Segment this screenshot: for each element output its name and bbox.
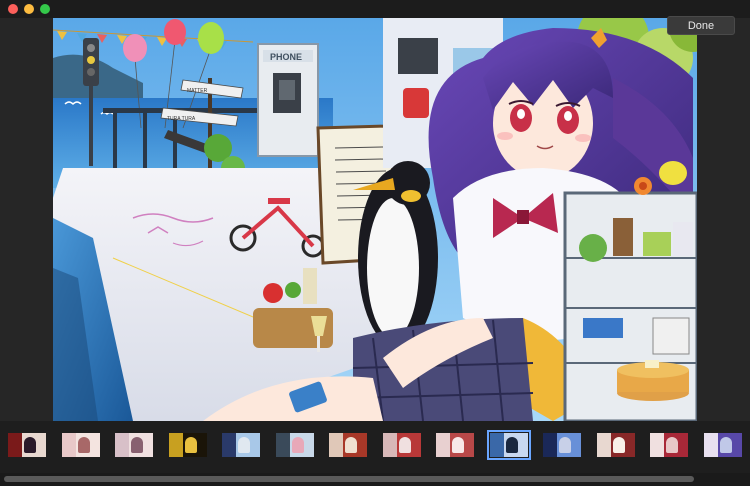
main-image-view: PHONE MATTER TURA TURA (53, 18, 697, 421)
svg-text:PHONE: PHONE (270, 52, 302, 62)
thumbnail-2[interactable] (61, 433, 100, 457)
done-button[interactable]: Done (667, 16, 735, 35)
thumbnail-1[interactable] (8, 433, 46, 457)
horizontal-scrollbar[interactable] (0, 473, 750, 486)
thumbnail-5[interactable] (222, 433, 260, 457)
thumbnail-strip (0, 421, 750, 473)
thumbnail-9[interactable] (436, 433, 474, 457)
thumbnail-14[interactable] (703, 433, 742, 457)
thumbnail-12[interactable] (596, 433, 635, 457)
thumbnail-4[interactable] (168, 433, 207, 457)
close-window-button[interactable] (8, 4, 18, 14)
minimize-window-button[interactable] (24, 4, 34, 14)
scrollbar-thumb[interactable] (4, 476, 694, 482)
thumbnail-3[interactable] (115, 433, 153, 457)
thumbnail-7[interactable] (329, 433, 367, 457)
thumbnail-11[interactable] (543, 433, 581, 457)
title-bar (0, 0, 750, 18)
image-viewer-window: PHONE MATTER TURA TURA Done (0, 0, 750, 486)
thumbnail-8[interactable] (382, 433, 421, 457)
thumbnail-10[interactable] (486, 430, 531, 460)
thumbnail-6[interactable] (275, 433, 314, 457)
svg-text:MATTER: MATTER (187, 88, 208, 94)
zoom-window-button[interactable] (40, 4, 50, 14)
svg-text:TURA TURA: TURA TURA (167, 116, 196, 122)
anime-illustration: PHONE MATTER TURA TURA (53, 18, 697, 421)
thumbnail-13[interactable] (650, 433, 688, 457)
